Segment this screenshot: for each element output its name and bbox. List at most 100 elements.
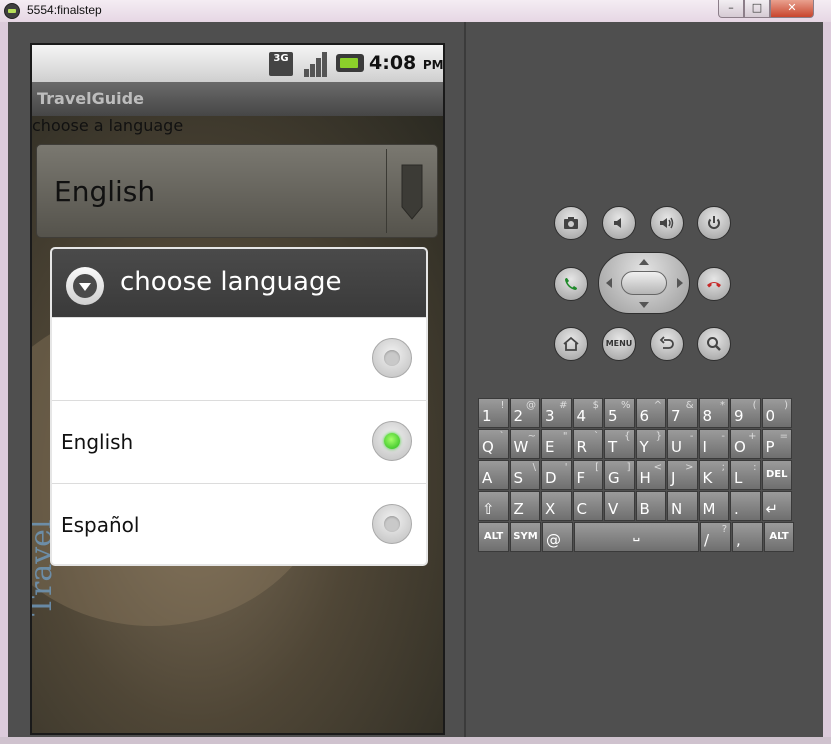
key-label: L <box>734 469 743 487</box>
key-6[interactable]: 6 ^ <box>635 398 666 428</box>
key-g[interactable]: G] <box>604 460 635 490</box>
key-8[interactable]: 8 * <box>698 398 729 428</box>
radio-button[interactable] <box>372 504 412 544</box>
close-button[interactable]: ✕ <box>770 0 814 18</box>
end-call-icon <box>707 282 721 288</box>
dpad-up-icon[interactable] <box>639 259 649 265</box>
volume-down-button[interactable] <box>602 206 636 240</box>
key-4[interactable]: 4 $ <box>572 398 603 428</box>
key-q[interactable]: Q ` <box>478 429 509 459</box>
key-alt[interactable]: ALT <box>478 522 509 552</box>
key-t[interactable]: T{ <box>604 429 635 459</box>
camera-button[interactable] <box>554 206 588 240</box>
key-n[interactable]: N <box>667 491 698 521</box>
radio-button[interactable] <box>372 338 412 378</box>
key-alt-label: ` <box>499 431 505 442</box>
dpad-center-button[interactable] <box>621 271 667 295</box>
dpad[interactable] <box>598 252 690 314</box>
key-0[interactable]: 0) <box>761 398 792 428</box>
key-space[interactable]: ␣ <box>574 522 699 552</box>
key-alt[interactable]: ALT <box>764 522 794 552</box>
key-2[interactable]: 2 @ <box>509 398 540 428</box>
menu-button[interactable]: MENU <box>602 327 636 361</box>
back-button[interactable] <box>650 327 684 361</box>
key-5[interactable]: 5% <box>604 398 635 428</box>
key-7[interactable]: 7 & <box>667 398 698 428</box>
key-9[interactable]: 9( <box>730 398 761 428</box>
key-alt-label: @ <box>526 400 536 411</box>
key-label: 6 <box>639 407 650 425</box>
call-button[interactable] <box>554 267 588 301</box>
key-label: O <box>734 438 746 456</box>
key-j[interactable]: J > <box>667 460 698 490</box>
app-titlebar: TravelGuide <box>32 82 443 116</box>
key-d[interactable]: D ' <box>541 460 572 490</box>
key-1[interactable]: 1! <box>478 398 509 428</box>
key-z[interactable]: Z <box>509 491 540 521</box>
clock-ampm: PM <box>422 58 444 72</box>
search-button[interactable] <box>697 327 731 361</box>
dpad-right-icon[interactable] <box>677 278 683 288</box>
key-alt-label: ? <box>721 524 727 535</box>
volume-down-icon <box>614 218 621 228</box>
key-b[interactable]: B <box>635 491 666 521</box>
key-a[interactable]: A <box>478 460 509 490</box>
key-v[interactable]: V <box>604 491 635 521</box>
key-f[interactable]: F[ <box>572 460 603 490</box>
key-label: K <box>702 469 713 487</box>
key-label: SYM <box>513 531 538 542</box>
key-m[interactable]: M <box>698 491 729 521</box>
key-label: 8 <box>702 407 713 425</box>
key-w[interactable]: W ~ <box>509 429 540 459</box>
minimize-button[interactable]: – <box>718 0 744 18</box>
key-symbol[interactable]: ⇧ <box>478 491 509 521</box>
key-label: M <box>702 500 716 518</box>
power-button[interactable] <box>697 206 731 240</box>
key-s[interactable]: S \ <box>509 460 540 490</box>
key-symbol[interactable]: . <box>730 491 761 521</box>
key-sym[interactable]: SYM <box>510 522 541 552</box>
key-u[interactable]: U- <box>667 429 698 459</box>
key-x[interactable]: X <box>541 491 572 521</box>
key-r[interactable]: R ` <box>572 429 603 459</box>
key-h[interactable]: H < <box>635 460 666 490</box>
key-o[interactable]: O + <box>730 429 761 459</box>
key-alt-label: ! <box>500 400 505 411</box>
language-spinner[interactable]: English <box>36 144 438 238</box>
key-e[interactable]: E " <box>541 429 572 459</box>
language-option-empty[interactable] <box>52 317 426 400</box>
key-del[interactable]: DEL <box>761 460 792 490</box>
key-label: P <box>765 438 775 456</box>
radio-button-checked[interactable] <box>372 421 412 461</box>
dropdown-circle-icon <box>66 267 104 305</box>
end-call-button[interactable] <box>697 267 731 301</box>
language-option-espanol[interactable]: Español <box>52 483 426 564</box>
key-l[interactable]: L: <box>730 460 761 490</box>
window-frame-right <box>823 22 831 744</box>
dpad-down-icon[interactable] <box>639 302 649 308</box>
volume-up-button[interactable] <box>650 206 684 240</box>
key-label: F <box>576 469 586 487</box>
key-label: C <box>576 500 587 518</box>
key-p[interactable]: P = <box>761 429 792 459</box>
key-i[interactable]: I- <box>698 429 729 459</box>
home-button[interactable] <box>554 327 588 361</box>
key-symbol[interactable]: /? <box>700 522 731 552</box>
key-label: 7 <box>671 407 681 425</box>
option-label: English <box>61 430 134 454</box>
key-y[interactable]: Y} <box>635 429 666 459</box>
key-c[interactable]: C <box>572 491 603 521</box>
key-label: , <box>736 531 741 549</box>
power-icon <box>708 216 720 229</box>
key-k[interactable]: K; <box>698 460 729 490</box>
key-label: 9 <box>734 407 744 425</box>
key-symbol[interactable]: , <box>732 522 763 552</box>
dpad-left-icon[interactable] <box>606 278 612 288</box>
maximize-button[interactable]: □ <box>744 0 770 18</box>
language-option-english[interactable]: English <box>52 400 426 483</box>
key-label: / <box>704 531 710 549</box>
key-symbol[interactable]: ↵ <box>761 491 792 521</box>
key-symbol[interactable]: @ <box>542 522 573 552</box>
key-label: Y <box>639 438 649 456</box>
key-3[interactable]: 3 # <box>541 398 572 428</box>
